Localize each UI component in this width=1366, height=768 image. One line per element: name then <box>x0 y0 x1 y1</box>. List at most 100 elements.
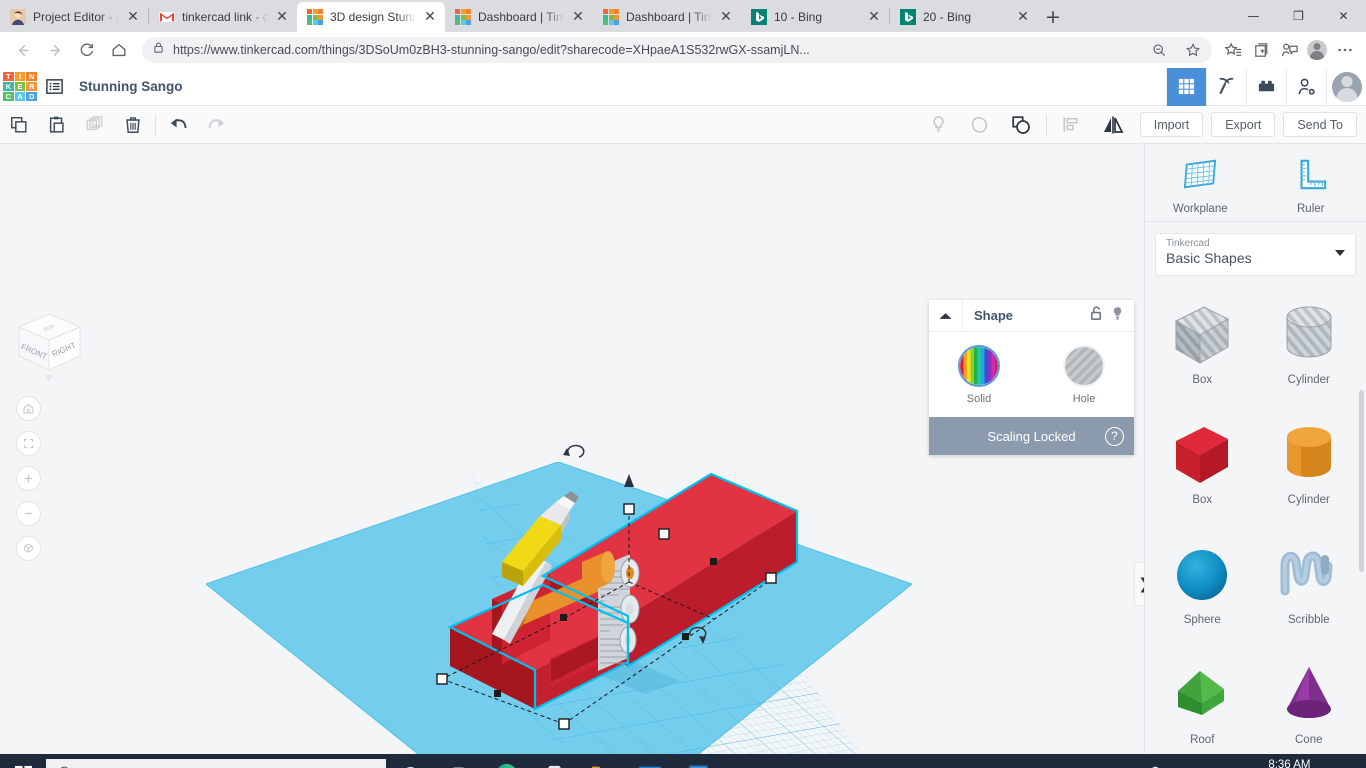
cone-solid-icon <box>1273 656 1345 734</box>
close-icon[interactable]: ✕ <box>126 10 140 24</box>
invite-user-icon[interactable] <box>1286 67 1326 106</box>
photos-icon[interactable] <box>674 754 722 768</box>
chevron-up-icon[interactable] <box>929 299 963 332</box>
lightbulb-icon[interactable] <box>1109 305 1126 327</box>
shape-item-box-solid[interactable]: Box <box>1149 408 1256 520</box>
home-view-icon[interactable] <box>16 396 41 421</box>
redo-icon[interactable] <box>197 106 235 144</box>
mail-icon[interactable] <box>626 754 674 768</box>
profile-avatar[interactable] <box>1304 37 1330 63</box>
question-mark-icon[interactable]: ? <box>1105 426 1124 446</box>
settings-more-icon[interactable] <box>1332 37 1358 63</box>
browser-tab[interactable]: Project Editor - Ins ✕ <box>0 2 148 32</box>
browser-tab[interactable]: Dashboard | Tinke ✕ <box>445 2 593 32</box>
maximize-button[interactable]: ❐ <box>1276 0 1321 32</box>
perspective-view-icon[interactable] <box>16 536 41 561</box>
user-avatar[interactable] <box>1326 67 1366 106</box>
minimize-button[interactable]: — <box>1231 0 1276 32</box>
task-view-icon[interactable] <box>434 754 482 768</box>
gmail-icon <box>159 9 175 25</box>
shape-item-cylinder-hole[interactable]: Cylinder <box>1256 288 1363 400</box>
duplicate-icon[interactable] <box>76 106 114 144</box>
tool-ruler[interactable]: Ruler <box>1256 144 1366 221</box>
zoom-in-icon[interactable] <box>16 466 41 491</box>
status-badge: Scaling Locked ? <box>929 417 1134 455</box>
reload-icon[interactable] <box>72 35 102 65</box>
tinkercad-logo[interactable]: T I N K E R C A D <box>3 71 37 102</box>
ruler-icon <box>1294 157 1328 196</box>
send-to-button[interactable]: Send To <box>1283 112 1357 137</box>
close-icon[interactable]: ✕ <box>867 10 881 24</box>
home-icon[interactable] <box>104 35 134 65</box>
zoom-out-icon[interactable] <box>1146 37 1172 63</box>
page-title[interactable]: Stunning Sango <box>79 79 183 94</box>
close-icon[interactable]: ✕ <box>719 10 733 24</box>
arrow-left-icon[interactable] <box>8 35 38 65</box>
shape-item-scribble-solid[interactable]: Scribble <box>1256 528 1363 640</box>
shape-item-cylinder-solid[interactable]: Cylinder <box>1256 408 1363 520</box>
shape-library-select[interactable]: Tinkercad Basic Shapes <box>1155 233 1356 276</box>
shape-item-box-hole[interactable]: Box <box>1149 288 1256 400</box>
browser-tab[interactable]: 20 - Bing ✕ <box>890 2 1038 32</box>
unlock-padlock-icon[interactable] <box>1088 305 1105 327</box>
shape-item-cone-solid[interactable]: Cone <box>1256 648 1363 754</box>
file-explorer-icon[interactable] <box>578 754 626 768</box>
tinkercad-icon <box>307 9 323 25</box>
copy-icon[interactable] <box>0 106 38 144</box>
mirror-flip-icon[interactable] <box>1094 110 1132 140</box>
browser-tab[interactable]: Dashboard | Tinke ✕ <box>593 2 741 32</box>
clock[interactable]: 8:36 AM 4/28/2020 <box>1264 758 1315 768</box>
selection-gizmos[interactable] <box>420 434 820 744</box>
material-solid-option[interactable]: Solid <box>949 345 1009 405</box>
zoom-out-icon[interactable] <box>16 501 41 526</box>
hole-swatch[interactable] <box>1063 345 1105 387</box>
address-bar[interactable]: https://www.tinkercad.com/things/3DSoUm0… <box>142 37 1212 63</box>
delete-trash-icon[interactable] <box>114 106 152 144</box>
material-hole-option[interactable]: Hole <box>1054 345 1114 405</box>
browser-tab[interactable]: tinkercad link - da ✕ <box>149 2 297 32</box>
close-icon[interactable]: ✕ <box>423 10 437 24</box>
tinkercad-icon <box>455 9 471 25</box>
undo-icon[interactable] <box>159 106 197 144</box>
workplane-polygon-icon[interactable] <box>961 110 999 140</box>
solid-swatch[interactable] <box>958 345 1000 387</box>
browser-tab[interactable]: 10 - Bing ✕ <box>741 2 889 32</box>
lego-blocks-icon[interactable] <box>1246 67 1286 106</box>
new-tab-button[interactable]: + <box>1038 2 1068 32</box>
star-icon[interactable] <box>1180 37 1206 63</box>
browser-tab-active[interactable]: 3D design Stunnin ✕ <box>297 2 445 32</box>
close-icon[interactable]: ✕ <box>1016 10 1030 24</box>
lightbulb-notes-icon[interactable] <box>920 110 958 140</box>
shape-item-sphere-solid[interactable]: Sphere <box>1149 528 1256 640</box>
align-icon[interactable] <box>1053 110 1091 140</box>
grid-apps-icon[interactable] <box>1166 67 1206 106</box>
close-window-button[interactable]: ✕ <box>1321 0 1366 32</box>
close-icon[interactable]: ✕ <box>571 10 585 24</box>
export-button[interactable]: Export <box>1211 112 1276 137</box>
paste-icon[interactable] <box>38 106 76 144</box>
arrow-right-icon[interactable] <box>40 35 70 65</box>
collections-icon[interactable] <box>1248 37 1274 63</box>
search-input[interactable]: Type here to search <box>46 759 386 768</box>
view-cube[interactable]: TOP FRONT RIGHT <box>10 308 88 386</box>
feedback-icon[interactable] <box>1276 37 1302 63</box>
fit-to-view-icon[interactable] <box>16 431 41 456</box>
minecraft-pickaxe-icon[interactable] <box>1206 67 1246 106</box>
tool-ruler-label: Ruler <box>1297 202 1325 215</box>
notifications-icon[interactable]: 5 <box>1326 754 1362 768</box>
cortana-icon[interactable] <box>386 754 434 768</box>
group-shapes-icon[interactable] <box>1002 110 1040 140</box>
microsoft-store-icon[interactable] <box>530 754 578 768</box>
tinkercad-icon <box>603 9 619 25</box>
sidebar-scrollbar[interactable] <box>1359 390 1364 572</box>
windows-start-icon[interactable] <box>0 754 46 768</box>
list-menu-icon[interactable] <box>37 68 71 106</box>
favorites-icon[interactable] <box>1220 37 1246 63</box>
close-icon[interactable]: ✕ <box>275 10 289 24</box>
editor-main: TOP FRONT RIGHT Shape Solid Hole Scaling… <box>0 144 1366 754</box>
import-button[interactable]: Import <box>1139 112 1204 137</box>
tool-workplane[interactable]: Workplane <box>1145 144 1256 221</box>
view-nav-buttons <box>16 396 41 561</box>
shape-item-roof-solid[interactable]: Roof <box>1149 648 1256 754</box>
edge-browser-icon[interactable] <box>482 754 530 768</box>
